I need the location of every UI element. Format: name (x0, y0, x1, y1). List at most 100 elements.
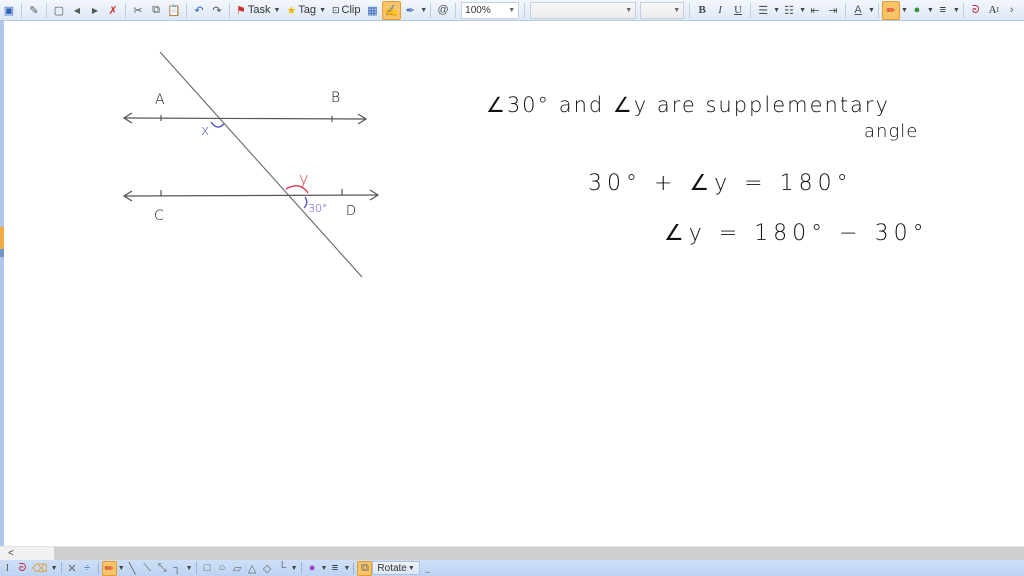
chevron-down-icon[interactable]: ▼ (799, 7, 806, 14)
chevron-down-icon[interactable]: ▼ (625, 7, 632, 14)
at-icon[interactable]: @ (434, 1, 452, 20)
superscript-label: A (988, 4, 997, 16)
chevron-down-icon[interactable]: ▼ (186, 565, 193, 572)
chevron-down-icon[interactable]: ▼ (343, 565, 350, 572)
chevron-down-icon[interactable]: ▼ (420, 7, 427, 14)
toolbar-divider (46, 2, 47, 18)
chevron-down-icon[interactable]: ▼ (118, 565, 125, 572)
fill-color-icon[interactable]: ● (908, 1, 926, 20)
toolbar-divider (97, 562, 99, 574)
font-color-button[interactable]: A (849, 1, 867, 20)
arrow-line-icon[interactable]: ⟍ (140, 561, 155, 576)
zoom-value: 100% (465, 4, 491, 16)
horizontal-scrollbar[interactable]: < (0, 546, 1024, 560)
type-icon[interactable]: I (0, 561, 15, 576)
chevron-down-icon[interactable]: ▼ (868, 7, 875, 14)
undo-icon[interactable]: ↶ (190, 1, 208, 20)
toolbar-divider (60, 562, 62, 574)
chevron-down-icon[interactable]: ▼ (773, 7, 780, 14)
pen-mode-icon[interactable]: ✍ (381, 0, 402, 20)
line-weight-icon[interactable]: ≡ (327, 561, 342, 576)
redo-icon[interactable]: ↷ (208, 1, 226, 20)
clip-label: Clip (341, 4, 361, 16)
toolbar-divider (186, 2, 187, 18)
task-label: Task (247, 4, 271, 16)
scroll-left-button[interactable]: < (0, 547, 54, 560)
forward-icon[interactable]: ▶ (86, 1, 104, 20)
underline-button[interactable]: U (729, 1, 747, 20)
bold-button[interactable]: B (693, 1, 711, 20)
triangle-icon[interactable]: △ (245, 561, 260, 576)
pen-icon[interactable]: ✏ (101, 560, 117, 576)
chevron-down-icon[interactable]: ▼ (291, 565, 298, 572)
italic-button[interactable]: I (711, 1, 729, 20)
chevron-down-icon[interactable]: ▼ (321, 565, 328, 572)
pen-select-icon[interactable]: ✎ (25, 1, 43, 20)
ellipse-icon[interactable]: ○ (215, 561, 230, 576)
toolbar-divider (195, 562, 197, 574)
toolbar-divider (750, 2, 752, 18)
copy-icon[interactable]: ⧉ (147, 1, 165, 20)
chevron-down-icon[interactable]: ▼ (901, 7, 908, 14)
tag-button[interactable]: ★ Tag ▼ (283, 4, 329, 17)
superscript-icon[interactable]: AI (985, 1, 1003, 20)
label-d: D (346, 204, 357, 219)
diamond-icon[interactable]: ◇ (260, 561, 275, 576)
connector-icon[interactable]: ┐ (170, 561, 185, 576)
pen-color-icon[interactable]: ✏ (881, 0, 900, 20)
numbering-icon[interactable]: ☷ (780, 1, 798, 20)
lasso-icon[interactable]: ᘐ (15, 561, 30, 576)
delete-icon[interactable]: ✕ (65, 561, 80, 576)
task-button[interactable]: ⚑ Task ▼ (233, 4, 283, 17)
label-x: x (201, 123, 210, 139)
note-line-3: ∠y = 180° − 30° (664, 221, 929, 246)
arrange-icon[interactable]: ⧉ (357, 560, 373, 576)
angle-30-arc (303, 196, 308, 209)
chevron-down-icon[interactable]: ▼ (953, 7, 960, 14)
delete-page-icon[interactable]: ✗ (104, 1, 122, 20)
chevron-down-icon[interactable]: ▼ (673, 7, 680, 14)
rotate-button[interactable]: Rotate ▼ (372, 561, 420, 575)
decrease-indent-icon[interactable]: ⇤ (806, 1, 824, 20)
toolbar-overflow-icon[interactable]: _ (420, 561, 435, 576)
line-icon[interactable]: ╲ (125, 561, 140, 576)
select-icon[interactable]: ▣ (0, 1, 18, 20)
label-a: A (155, 92, 165, 108)
color-wheel-icon[interactable]: ● (305, 561, 320, 576)
font-name-select[interactable]: ▼ (530, 1, 637, 19)
lasso-icon[interactable]: ᘐ (967, 1, 985, 20)
chevron-down-icon[interactable]: ▼ (319, 7, 326, 14)
chevron-down-icon[interactable]: ▼ (51, 565, 58, 572)
chevron-down-icon[interactable]: ▼ (927, 7, 934, 14)
chevron-down-icon[interactable]: ▼ (508, 7, 515, 14)
tag-label: Tag (298, 4, 317, 16)
rectangle-icon[interactable]: □ (200, 561, 215, 576)
double-arrow-icon[interactable]: ⤡ (155, 561, 170, 576)
line-style-icon[interactable]: ≡ (934, 1, 952, 20)
parallelogram-icon[interactable]: ▱ (230, 561, 245, 576)
zoom-select[interactable]: 100% ▼ (461, 1, 520, 19)
eraser-icon[interactable]: ⌫ (30, 561, 50, 576)
back-icon[interactable]: ◀ (68, 1, 86, 20)
paste-icon[interactable]: 📋 (165, 1, 183, 20)
insert-space-icon[interactable]: ÷ (80, 561, 95, 576)
more-icon[interactable]: › (1003, 1, 1021, 20)
toolbar-divider (21, 2, 22, 18)
toolbar-divider (353, 562, 355, 574)
bullets-icon[interactable]: ☰ (754, 1, 772, 20)
new-page-icon[interactable]: ▢ (50, 1, 68, 20)
font-size-select[interactable]: ▼ (640, 1, 685, 19)
highlighter-icon[interactable]: ✒ (401, 1, 419, 20)
note-canvas[interactable]: A B C D x y 30° ∠30° and ∠y are suppleme… (4, 21, 1024, 546)
axis-icon[interactable]: └ (275, 561, 290, 576)
clip-button[interactable]: ⊡ Clip (329, 4, 364, 16)
toolbar-divider (962, 2, 964, 18)
task-flag-icon: ⚑ (236, 4, 246, 17)
table-icon[interactable]: ▦ (364, 1, 382, 20)
toolbar-divider (229, 2, 230, 18)
label-angle-30: 30° (308, 202, 328, 215)
cut-icon[interactable]: ✂ (129, 1, 147, 20)
chevron-down-icon[interactable]: ▼ (274, 7, 281, 14)
line-cd (122, 189, 380, 202)
increase-indent-icon[interactable]: ⇥ (824, 1, 842, 20)
